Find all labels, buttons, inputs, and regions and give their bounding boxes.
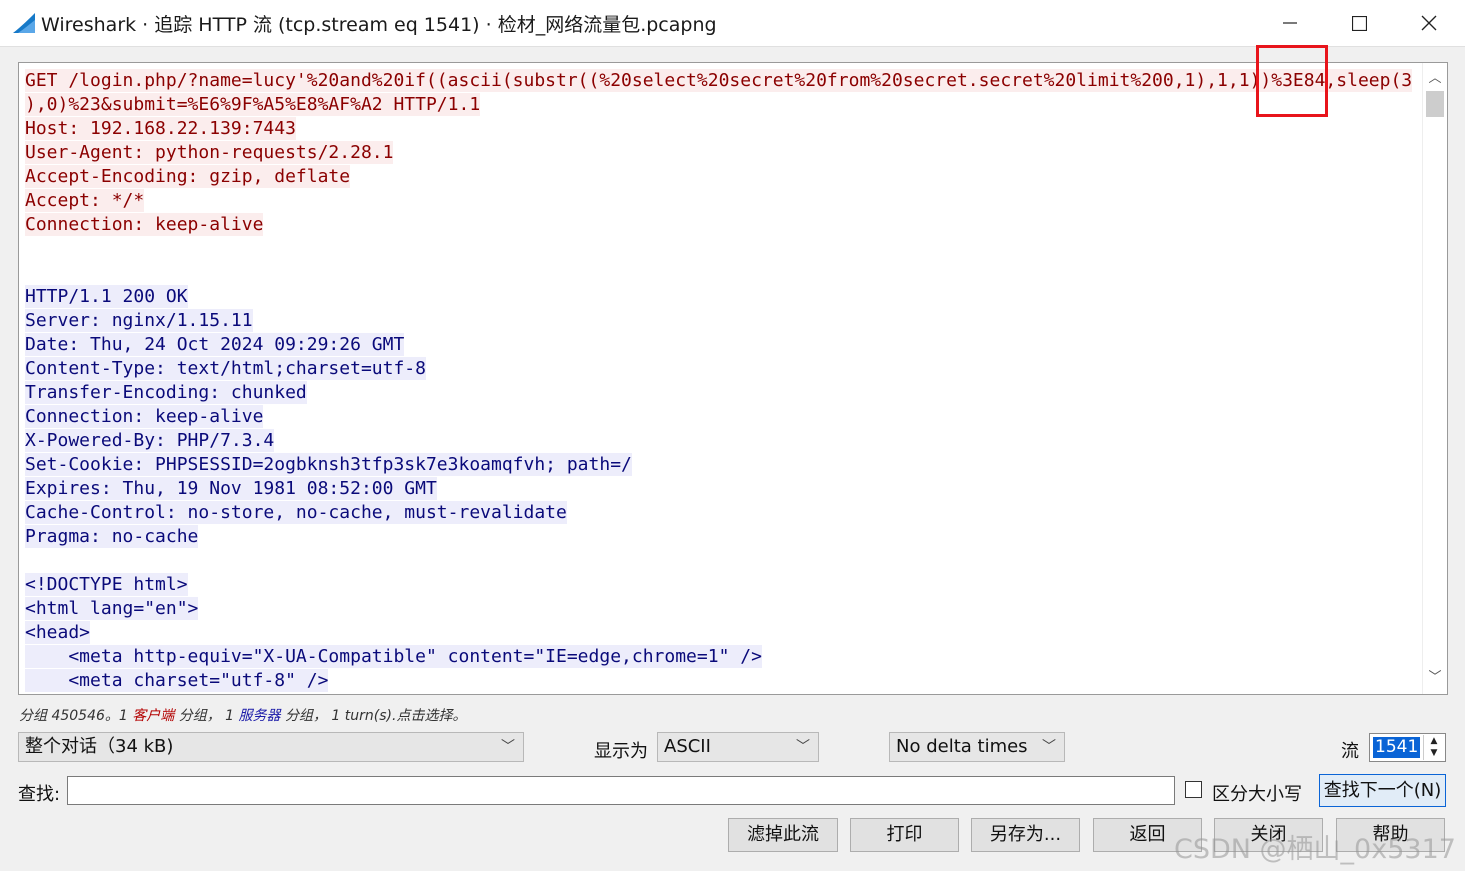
response-line: Server: nginx/1.15.11 <box>25 309 253 332</box>
find-label: 查找: <box>18 784 61 805</box>
request-line: Host: 192.168.22.139:7443 <box>25 117 296 140</box>
spinbox-arrows[interactable]: ▲ ▼ <box>1423 735 1444 760</box>
response-body-line: <html lang="en"> <box>25 597 199 620</box>
response-line: Transfer-Encoding: chunked <box>25 381 307 404</box>
response-line: Cache-Control: no-store, no-cache, must-… <box>25 501 567 524</box>
response-line: Set-Cookie: PHPSESSID=2ogbknsh3tfp3sk7e3… <box>25 453 632 476</box>
packet-status-line[interactable]: 分组 450546。1 客户端 分组， 1 服务器 分组， 1 turn(s).… <box>19 705 466 725</box>
minimize-button[interactable] <box>1255 0 1325 46</box>
stream-number-label: 流 <box>1341 741 1359 762</box>
status-prefix: 分组 450546。1 <box>19 708 133 724</box>
scroll-down-arrow-icon[interactable]: ﹀ <box>1423 666 1447 690</box>
request-line: User-Agent: python-requests/2.28.1 <box>25 141 394 164</box>
highlight-annotation-box <box>1256 45 1328 117</box>
print-button[interactable]: 打印 <box>850 818 959 852</box>
response-line: Content-Type: text/html;charset=utf-8 <box>25 357 426 380</box>
vertical-scrollbar[interactable]: ︿ ﹀ <box>1422 63 1447 694</box>
window-title: Wireshark · 追踪 HTTP 流 (tcp.stream eq 154… <box>41 14 717 36</box>
maximize-icon <box>1351 15 1367 31</box>
conversation-select-value: 整个对话（34 kB) <box>25 736 174 757</box>
status-mid: 分组， 1 <box>174 708 239 724</box>
wireshark-fin-icon <box>13 13 35 33</box>
spin-up-icon[interactable]: ▲ <box>1424 735 1444 747</box>
response-line: Date: Thu, 24 Oct 2024 09:29:26 GMT <box>25 333 405 356</box>
scrollbar-thumb[interactable] <box>1426 91 1444 117</box>
case-sensitive-label[interactable]: 区分大小写 <box>1212 780 1302 806</box>
response-body-line: <meta http-equiv="X-UA-Compatible" conte… <box>25 645 762 668</box>
request-line: Connection: keep-alive <box>25 213 264 236</box>
delta-times-select[interactable]: No delta times ﹀ <box>889 732 1065 762</box>
find-input[interactable] <box>67 776 1175 805</box>
status-suffix: 分组， 1 turn(s).点击选择。 <box>280 708 467 724</box>
response-body-line: <!DOCTYPE html> <box>25 573 188 596</box>
response-body-line: <meta charset="utf-8" /> <box>25 669 329 692</box>
response-line: Pragma: no-cache <box>25 525 199 548</box>
stream-text[interactable]: GET /login.php/?name=lucy'%20and%20if((a… <box>25 69 1415 693</box>
chevron-down-icon: ﹀ <box>1042 739 1056 755</box>
request-line: Accept-Encoding: gzip, deflate <box>25 165 351 188</box>
title-bar: Wireshark · 追踪 HTTP 流 (tcp.stream eq 154… <box>0 0 1465 47</box>
show-as-select[interactable]: ASCII ﹀ <box>657 732 819 762</box>
response-line: Expires: Thu, 19 Nov 1981 08:52:00 GMT <box>25 477 437 500</box>
scroll-up-arrow-icon[interactable]: ︿ <box>1423 67 1447 91</box>
delta-times-select-value: No delta times <box>896 736 1028 757</box>
save-as-button[interactable]: 另存为... <box>971 818 1080 852</box>
show-as-select-value: ASCII <box>664 736 711 757</box>
stream-number-value[interactable]: 1541 <box>1373 737 1421 758</box>
minimize-icon <box>1283 22 1297 24</box>
spin-down-icon[interactable]: ▼ <box>1424 747 1444 759</box>
response-line: HTTP/1.1 200 OK <box>25 285 188 308</box>
stream-content-pane[interactable]: GET /login.php/?name=lucy'%20and%20if((a… <box>18 62 1448 695</box>
case-sensitive-checkbox[interactable] <box>1185 781 1202 798</box>
request-line: GET /login.php/?name=lucy'%20and%20if((a… <box>25 69 1413 92</box>
conversation-select[interactable]: 整个对话（34 kB) ﹀ <box>18 732 524 762</box>
chevron-down-icon: ﹀ <box>501 739 515 755</box>
response-body-line: <head> <box>25 621 91 644</box>
close-window-button[interactable] <box>1394 0 1464 46</box>
request-line: ),0)%23&submit=%E6%9F%A5%E8%AF%A2 HTTP/1… <box>25 93 481 116</box>
status-client-label: 客户端 <box>132 708 175 724</box>
find-next-button[interactable]: 查找下一个(N) <box>1319 774 1446 807</box>
request-line: Accept: */* <box>25 189 145 212</box>
stream-number-spinbox[interactable]: 1541 ▲ ▼ <box>1369 733 1446 762</box>
status-server-label: 服务器 <box>238 708 281 724</box>
filter-out-stream-button[interactable]: 滤掉此流 <box>728 818 838 852</box>
maximize-button[interactable] <box>1324 0 1394 46</box>
response-line: Connection: keep-alive <box>25 405 264 428</box>
blank-lines <box>25 237 1415 285</box>
chevron-down-icon: ﹀ <box>796 739 810 755</box>
show-as-label: 显示为 <box>594 741 648 762</box>
close-icon <box>1421 15 1437 31</box>
csdn-watermark: CSDN @栖山_0x5317 <box>1174 834 1456 865</box>
response-line: X-Powered-By: PHP/7.3.4 <box>25 429 275 452</box>
